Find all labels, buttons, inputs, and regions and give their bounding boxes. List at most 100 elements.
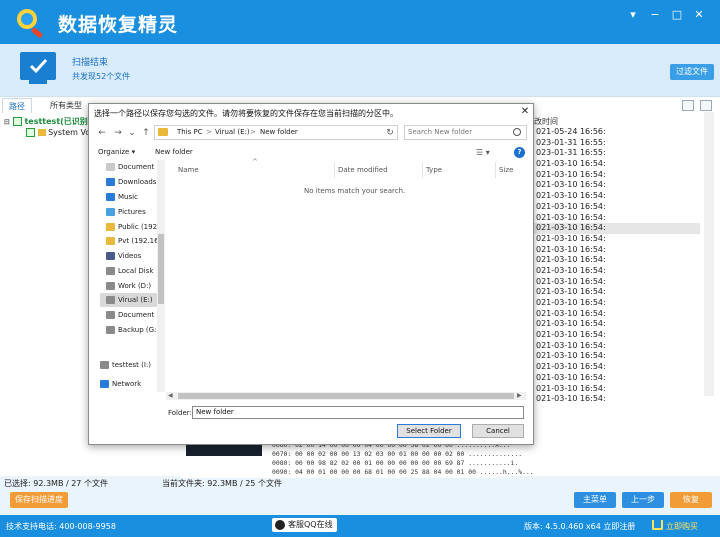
scroll-right-icon[interactable]: ▶ [517,392,522,399]
file-row-time[interactable]: 021-05-24 16:56: [534,127,700,138]
version-info[interactable]: 版本: 4.5.0.460 x64 立即注册 [524,521,635,532]
nav-item[interactable]: Backup (G: [100,323,164,337]
breadcrumb-new-folder[interactable]: New folder [260,128,298,136]
file-row-time[interactable]: 021-03-10 16:54: [534,245,700,256]
maximize-icon[interactable]: □ [670,8,684,22]
nav-item[interactable]: Videos [100,249,164,263]
file-row-time[interactable]: 023-01-31 16:55: [534,138,700,149]
file-row-time[interactable]: 021-03-10 16:54: [534,266,700,277]
nav-item[interactable]: testtest (I:) [100,358,158,372]
down-icon[interactable]: ▾ [626,8,640,22]
column-separator[interactable] [495,162,496,178]
nav-item[interactable]: Pictures [100,205,164,219]
monitor-icon [20,52,56,80]
file-row-time[interactable]: 021-03-10 16:54: [534,234,700,245]
file-row-time[interactable]: 021-03-10 16:54: [534,255,700,266]
file-row-time[interactable]: 021-03-10 16:54: [534,319,700,330]
nav-item[interactable]: Document [100,160,164,174]
scrollbar[interactable] [704,112,714,396]
column-header-time[interactable]: 改时间 [534,116,558,127]
main-menu-button[interactable]: 主菜单 [574,492,616,508]
tree-child[interactable]: System Vo [26,128,90,137]
column-header-name[interactable]: Name [178,166,199,174]
column-separator[interactable] [422,162,423,178]
nav-item[interactable]: Virual (E:) [100,293,164,307]
nav-scroll-thumb[interactable] [158,234,164,304]
help-icon[interactable]: ? [514,147,525,158]
file-row-time[interactable]: 021-03-10 16:54: [534,362,700,373]
breadcrumb-this-pc[interactable]: This PC [177,128,203,136]
file-row-time[interactable]: 021-03-10 16:54: [534,384,700,395]
app-logo-icon [14,6,48,38]
up-arrow-icon[interactable]: ↑ [140,127,152,139]
search-icon[interactable] [513,128,521,136]
file-row-time[interactable]: 021-03-10 16:54: [534,351,700,362]
file-row-time[interactable]: 021-03-10 16:54: [534,213,700,224]
refresh-icon[interactable]: ↻ [384,127,396,139]
save-scan-progress-button[interactable]: 保存扫描进度 [10,492,68,508]
file-row-time[interactable]: 021-03-10 16:54: [534,287,700,298]
file-row-time[interactable]: 021-03-10 16:54: [534,277,700,288]
cancel-button[interactable]: Cancel [472,424,524,438]
filter-files-button[interactable]: 过滤文件 [670,64,714,80]
column-header-size[interactable]: Size [499,166,513,174]
file-row-time[interactable]: 021-03-10 16:54: [534,298,700,309]
forward-arrow-icon[interactable]: → [112,127,124,139]
nav-item-label: Videos [118,252,142,260]
file-row-time[interactable]: 021-03-10 16:54: [534,341,700,352]
file-row-time[interactable]: 021-03-10 16:54: [534,191,700,202]
column-separator[interactable] [334,162,335,178]
tree-child-label: System Vo [48,128,91,137]
chevron-down-icon[interactable]: ⌄ [126,127,138,139]
close-icon[interactable]: ✕ [692,8,706,22]
checkbox-icon[interactable] [12,117,22,126]
tree-root[interactable]: ⊟ testtest(已识别 [4,116,88,127]
nav-item[interactable]: Downloads [100,175,164,189]
column-header-date[interactable]: Date modified [338,166,388,174]
checkbox-icon[interactable] [26,128,35,137]
dialog-close-icon[interactable]: ✕ [519,106,531,118]
file-row-time[interactable]: 021-03-10 16:54: [534,330,700,341]
file-row-time[interactable]: 021-03-10 16:54: [534,223,700,234]
breadcrumb-drive[interactable]: Virual (E:) [215,128,250,136]
view-options-icon[interactable]: ☰ ▾ [476,148,490,157]
nav-item[interactable]: Document [100,308,164,322]
column-header-type[interactable]: Type [426,166,442,174]
minimize-icon[interactable]: − [648,8,662,22]
scan-status-subtitle: 共发现52个文件 [72,72,131,81]
folder-name-input[interactable]: New folder [192,406,524,419]
nav-item[interactable]: Local Disk [100,264,164,278]
organize-menu[interactable]: Organize ▾ [98,148,135,156]
hex-row: 0080: 00 00 98 82 02 00 01 00 00 00 00 0… [272,459,519,467]
file-row-time[interactable]: 021-03-10 16:54: [534,309,700,320]
tab-all-types[interactable]: 所有类型 [44,98,88,113]
documents-icon [106,163,115,171]
thumbnail-view-icon[interactable] [700,100,712,111]
back-arrow-icon[interactable]: ← [96,127,108,139]
nav-item[interactable]: Pvt (192.16 [100,234,164,248]
file-row-time[interactable]: 021-03-10 16:54: [534,180,700,191]
empty-message: No items match your search. [304,187,406,195]
scroll-left-icon[interactable]: ◀ [168,392,173,399]
nav-item[interactable]: Music [100,190,164,204]
file-row-time[interactable]: 021-03-10 16:54: [534,373,700,384]
select-folder-button[interactable]: Select Folder [397,424,461,438]
file-row-time[interactable]: 023-01-31 16:55: [534,148,700,159]
new-folder-button[interactable]: New folder [155,148,193,156]
previous-step-button[interactable]: 上一步 [622,492,664,508]
file-row-time[interactable]: 021-03-10 16:54: [534,159,700,170]
list-view-icon[interactable] [682,100,694,111]
tab-path[interactable]: 路径 [2,98,32,113]
file-row-time[interactable]: 021-03-10 16:54: [534,202,700,213]
horizontal-scroll-thumb[interactable] [178,393,514,399]
buy-now-link[interactable]: 立即购买 [666,521,698,532]
nav-item[interactable]: Work (D:) [100,279,164,293]
nav-item[interactable]: Network [100,377,158,391]
file-row-time[interactable]: 021-03-10 16:54: [534,394,700,405]
file-row-time[interactable]: 021-03-10 16:54: [534,170,700,181]
nav-item[interactable]: Public (192 [100,220,164,234]
sort-up-icon: ^ [252,158,258,166]
folder-icon [158,128,168,136]
recover-button[interactable]: 恢复 [670,492,712,508]
current-folder-info: 当前文件夹: 92.3MB / 25 个文件 [162,479,282,488]
